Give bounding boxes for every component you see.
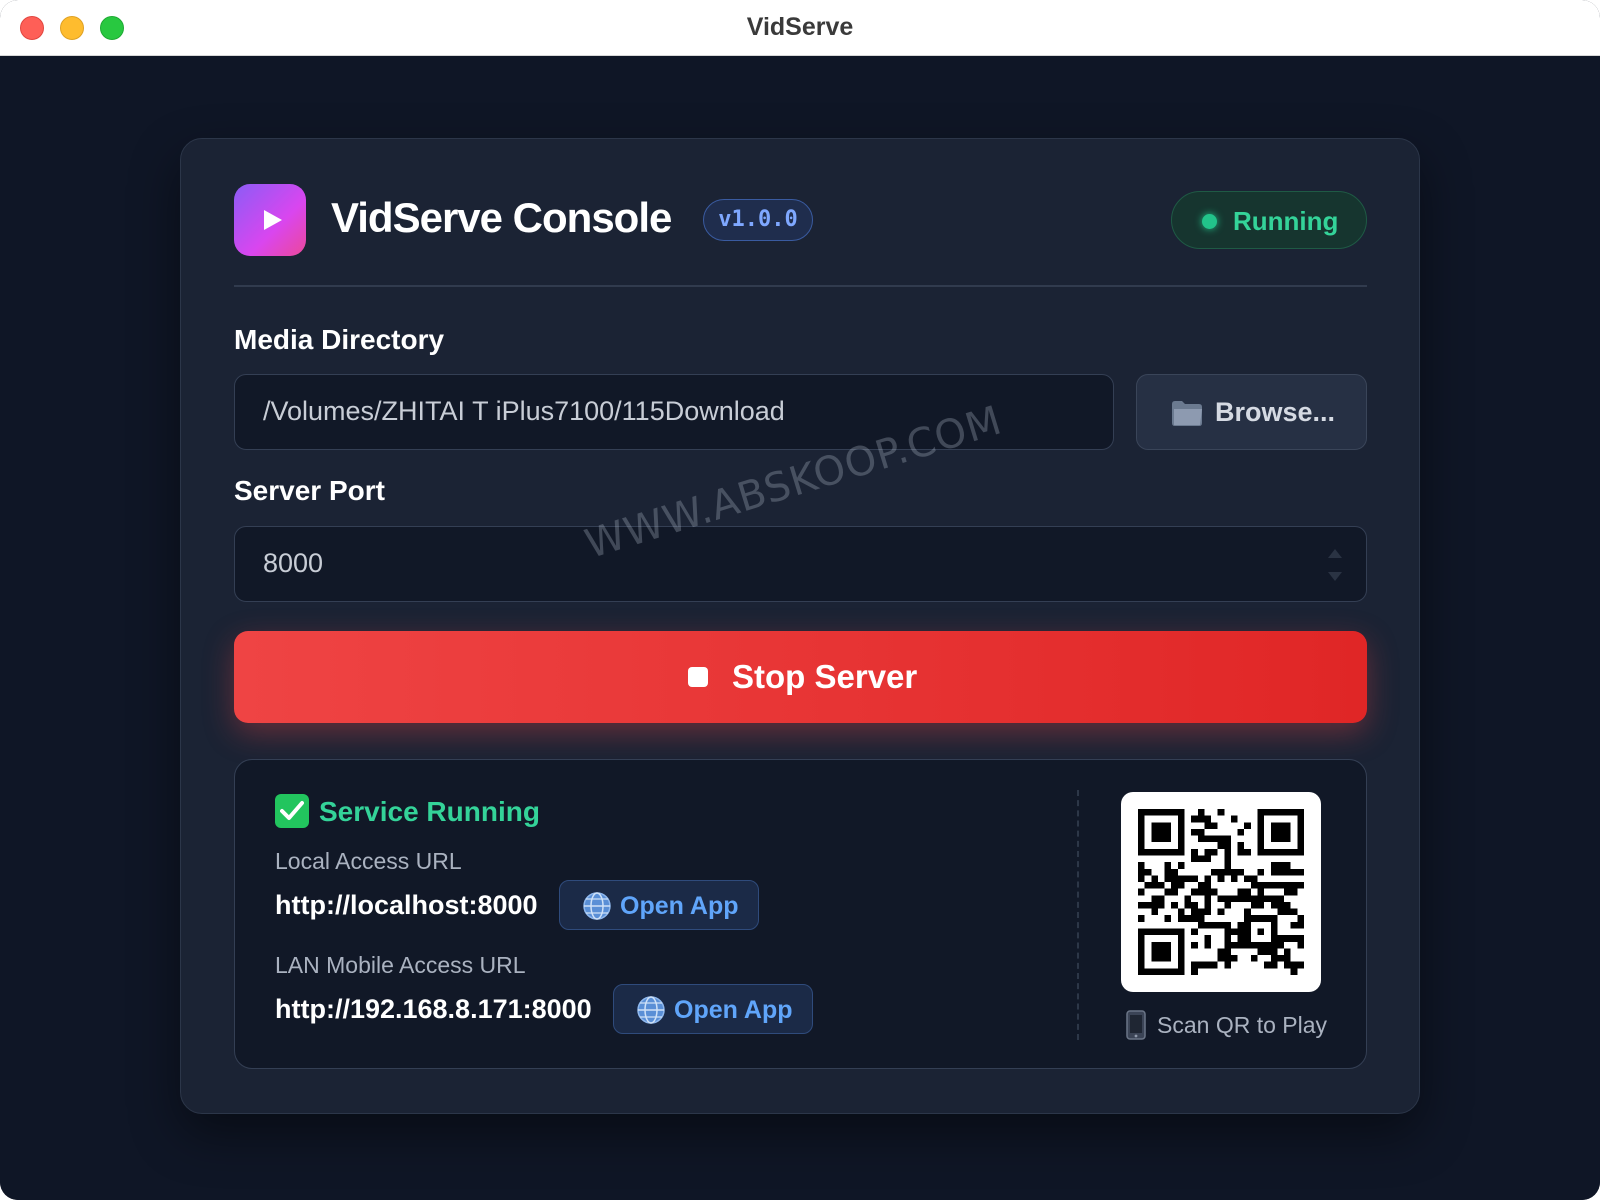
open-app-label: Open App	[674, 996, 793, 1024]
panel-divider	[1077, 790, 1079, 1040]
status-text: Running	[1233, 206, 1339, 236]
main-content: VidServe Console v1.0.0 Running Media Di…	[0, 56, 1600, 1200]
open-app-local-button[interactable]: Open App	[559, 880, 759, 930]
local-url-label: Local Access URL	[275, 848, 462, 874]
stepper-up-icon[interactable]	[1328, 549, 1342, 558]
open-app-label: Open App	[620, 892, 739, 920]
server-port-input[interactable]: 8000	[234, 526, 1367, 602]
status-badge: Running	[1171, 191, 1367, 249]
stop-server-label: Stop Server	[732, 658, 918, 695]
check-icon	[275, 794, 309, 828]
port-stepper[interactable]	[1328, 547, 1344, 583]
qr-code	[1121, 792, 1321, 992]
app-logo	[234, 184, 306, 256]
service-status-title: Service Running	[319, 796, 540, 827]
header-divider	[234, 285, 1367, 287]
stop-server-button[interactable]: Stop Server	[234, 631, 1367, 723]
media-directory-label: Media Directory	[234, 324, 445, 355]
app-title: VidServe Console	[331, 194, 672, 241]
folder-icon	[1172, 401, 1202, 426]
qr-label: Scan QR to Play	[1157, 1012, 1328, 1038]
play-icon	[264, 210, 282, 230]
local-url-value: http://localhost:8000	[275, 890, 538, 920]
globe-icon	[583, 892, 611, 920]
stepper-down-icon[interactable]	[1328, 572, 1342, 581]
service-info-panel: Service Running Local Access URL http://…	[234, 759, 1367, 1069]
server-port-value: 8000	[263, 548, 324, 578]
lan-url-label: LAN Mobile Access URL	[275, 952, 526, 978]
lan-url-value: http://192.168.8.171:8000	[275, 994, 592, 1024]
app-window: VidServe VidServe Console v1.0.0 Running…	[0, 0, 1600, 1200]
window-title: VidServe	[746, 13, 854, 41]
open-app-lan-button[interactable]: Open App	[613, 984, 813, 1034]
globe-icon	[637, 996, 665, 1024]
stop-icon	[688, 667, 708, 687]
browse-label: Browse...	[1215, 397, 1336, 427]
title-bar: VidServe	[0, 0, 1600, 56]
status-dot-icon	[1202, 214, 1217, 229]
server-port-label: Server Port	[234, 475, 385, 506]
browse-button[interactable]: Browse...	[1136, 374, 1367, 450]
version-badge: v1.0.0	[703, 199, 813, 241]
console-card: VidServe Console v1.0.0 Running Media Di…	[180, 138, 1420, 1114]
phone-icon	[1126, 1010, 1146, 1040]
